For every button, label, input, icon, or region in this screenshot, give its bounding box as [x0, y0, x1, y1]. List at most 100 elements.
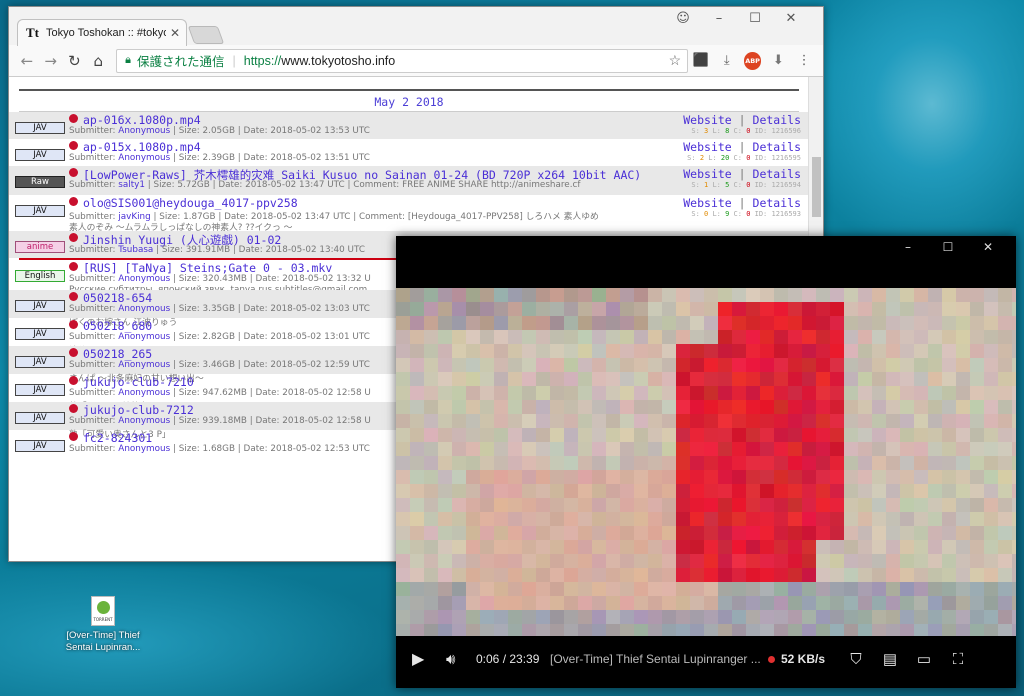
close-window-icon[interactable]: ✕ [773, 11, 809, 26]
website-link[interactable]: Website [683, 167, 731, 181]
minimize-icon[interactable]: – [888, 240, 928, 254]
torrent-title-link[interactable]: [RUS] [TaNya] Steins;Gate 0 - 03.mkv [83, 261, 332, 275]
submitter-name[interactable]: Anonymous [118, 153, 170, 163]
size: 391.91MB [185, 245, 231, 255]
torrent-icon[interactable] [69, 233, 78, 242]
torrent-file-icon: TORRENT [91, 596, 115, 626]
shield-icon[interactable]: ⛉ [839, 651, 873, 668]
torrent-icon[interactable] [69, 141, 78, 150]
torrent-title-link[interactable]: olo@SIS001@heydouga_4017-ppv258 [83, 196, 298, 210]
category-badge[interactable]: JAV [15, 300, 65, 312]
submitter-name[interactable]: Anonymous [118, 304, 170, 314]
download-icon[interactable]: ⤓ [714, 53, 740, 68]
desktop-wallpaper-wave [794, 0, 1024, 260]
menu-icon[interactable]: ⋮ [791, 53, 817, 68]
size: 939.18MB [202, 416, 247, 426]
website-link[interactable]: Website [683, 140, 731, 154]
torrent-title-link[interactable]: jukujo-club-7210 [83, 375, 194, 389]
play-icon[interactable]: ▶ [412, 649, 446, 669]
category-badge[interactable]: JAV [15, 412, 65, 424]
submitter-name[interactable]: Anonymous [118, 126, 170, 136]
torrent-title-link[interactable]: ap-015x.1080p.mp4 [83, 140, 201, 154]
browser-tab[interactable]: Tt Tokyo Toshokan :: #tokyo ✕ [17, 19, 187, 46]
maximize-icon[interactable]: ☐ [928, 240, 968, 254]
torrent-title-link[interactable]: fc2-824301 [83, 431, 152, 445]
reload-icon[interactable]: ↻ [63, 52, 87, 70]
submitter-name[interactable]: Anonymous [118, 416, 170, 426]
category-badge[interactable]: JAV [15, 440, 65, 452]
torrent-title-link[interactable]: jukujo-club-7212 [83, 403, 194, 417]
address-bar[interactable]: 🔒︎ 保護された通信 | https://www.tokyotosho.info… [116, 48, 689, 73]
submitter-name[interactable]: Tsubasa [118, 245, 153, 255]
cast-icon[interactable]: ▭ [907, 650, 941, 668]
date: 2018-05-02 13:32 U [282, 274, 371, 284]
download-rate: 52 KB/s [781, 652, 826, 666]
torrent-title-link[interactable]: 050218_680 [83, 319, 152, 333]
video-frame[interactable] [396, 288, 1016, 636]
torrent-title-link[interactable]: ap-016x.1080p.mp4 [83, 113, 201, 127]
home-icon[interactable]: ⌂ [86, 52, 110, 70]
volume-icon[interactable]: 🔊︎ [446, 651, 476, 668]
submitter-name[interactable]: salty1 [118, 180, 145, 190]
torrent-icon[interactable] [69, 262, 78, 271]
minimize-icon[interactable]: – [701, 11, 737, 26]
website-link[interactable]: Website [683, 196, 731, 210]
torrent-icon[interactable] [69, 376, 78, 385]
fullscreen-icon[interactable]: ⛶ [941, 651, 975, 668]
date: 2018-05-02 12:58 U [282, 416, 371, 426]
torrent-icon[interactable] [69, 292, 78, 301]
category-badge[interactable]: JAV [15, 122, 65, 134]
torrent-icon[interactable] [69, 320, 78, 329]
torrent-title-link[interactable]: 050218_265 [83, 347, 152, 361]
details-link[interactable]: Details [753, 113, 801, 127]
table-row: Raw [LowPower-Raws] 芥木樗雄的灾难 Saiki Kusuo n… [9, 166, 809, 195]
extension-icon[interactable]: ⬛ [688, 53, 714, 68]
submitter-name[interactable]: Anonymous [118, 444, 170, 454]
category-badge[interactable]: JAV [15, 356, 65, 368]
date: 2018-05-02 13:51 UTC [270, 153, 370, 163]
bookmark-star-icon[interactable]: ☆ [669, 52, 682, 69]
forward-arrow-icon[interactable]: → [39, 52, 63, 70]
video-player-window: – ☐ ✕ ▶ 🔊︎ 0:06 / 23:39 [Over-Time] Thie… [396, 236, 1016, 688]
close-tab-icon[interactable]: ✕ [170, 26, 180, 40]
subtitles-icon[interactable]: ▤ [873, 650, 907, 668]
submitter-name[interactable]: Anonymous [118, 360, 170, 370]
torrent-icon[interactable] [69, 168, 78, 177]
torrent-icon[interactable] [69, 348, 78, 357]
adblock-icon[interactable]: ABP [743, 51, 762, 70]
torrent-meta: Submitter: Anonymous | Size: 2.39GB | Da… [69, 153, 370, 163]
row-links: Website | Details [683, 140, 801, 154]
player-titlebar: – ☐ ✕ [396, 236, 1016, 258]
category-badge[interactable]: JAV [15, 384, 65, 396]
torrent-meta: Submitter: Anonymous | Size: 320.43MB | … [69, 274, 371, 284]
torrent-icon[interactable] [69, 114, 78, 123]
torrent-icon[interactable] [69, 404, 78, 413]
close-icon[interactable]: ✕ [968, 240, 1008, 254]
category-badge[interactable]: JAV [15, 149, 65, 161]
size: 2.82GB [202, 332, 235, 342]
category-badge[interactable]: JAV [15, 205, 65, 217]
back-arrow-icon[interactable]: ← [15, 52, 39, 70]
details-link[interactable]: Details [753, 167, 801, 181]
details-link[interactable]: Details [753, 196, 801, 210]
comment: FREE ANIME SHARE http://animeshare.cf [402, 180, 581, 190]
torrent-icon[interactable] [69, 432, 78, 441]
profile-icon[interactable]: ☺ [665, 11, 701, 26]
category-badge[interactable]: Raw [15, 176, 65, 188]
torrent-title-link[interactable]: 050218-654 [83, 291, 152, 305]
new-tab-button[interactable] [187, 26, 225, 44]
details-link[interactable]: Details [753, 140, 801, 154]
website-link[interactable]: Website [683, 113, 731, 127]
submitter-name[interactable]: Anonymous [118, 274, 170, 284]
submitter-name[interactable]: Anonymous [118, 332, 170, 342]
category-badge[interactable]: anime [15, 241, 65, 253]
size: 2.39GB [202, 153, 235, 163]
desktop-file-icon[interactable]: TORRENT [Over-Time] Thief Sentai Lupinra… [58, 596, 148, 654]
scrollbar-thumb[interactable] [812, 157, 821, 217]
extension-download-icon[interactable]: ⬇ [765, 53, 791, 68]
category-badge[interactable]: English [15, 270, 65, 282]
torrent-icon[interactable] [69, 197, 78, 206]
maximize-icon[interactable]: ☐ [737, 11, 773, 26]
category-badge[interactable]: JAV [15, 328, 65, 340]
submitter-name[interactable]: Anonymous [118, 388, 170, 398]
